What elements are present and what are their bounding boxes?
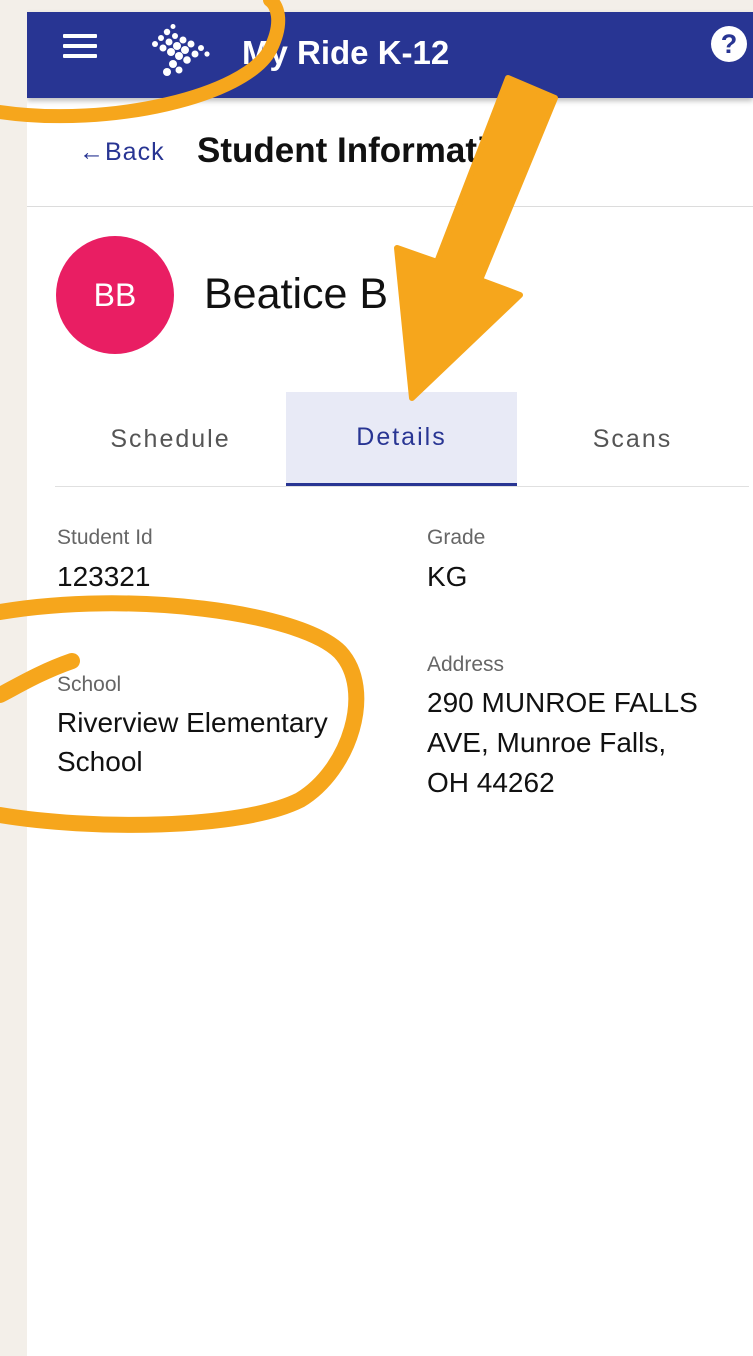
status-strip: [27, 0, 753, 12]
tab-details[interactable]: Details: [286, 392, 517, 486]
address-line2: AVE, Munroe Falls,: [427, 727, 667, 758]
dots-logo-icon: [152, 24, 210, 76]
tab-scans[interactable]: Scans: [517, 392, 748, 486]
page-header: ←Back Student Information: [27, 98, 753, 207]
school-label: School: [57, 673, 122, 696]
student-id-value: 123321: [57, 561, 151, 592]
tab-bar: Schedule Details Scans: [55, 392, 749, 487]
school-value-line1: Riverview Elementary: [57, 707, 328, 738]
app-bar: My Ride K-12 ?: [27, 12, 753, 98]
address-label: Address: [427, 653, 505, 676]
phone-screen: My Ride K-12 ? ←Back Student Information…: [27, 0, 753, 1356]
app-title: My Ride K-12: [242, 34, 450, 71]
school-value-line2: School: [57, 746, 143, 777]
address-line3: OH 44262: [427, 767, 555, 798]
student-name: Beatice B: [204, 270, 389, 318]
address-line1: 290 MUNROE FALLS: [427, 687, 698, 718]
grade-label: Grade: [427, 526, 486, 549]
question-mark-icon[interactable]: ?: [711, 26, 747, 62]
hamburger-menu-icon[interactable]: [63, 32, 99, 60]
page-title: Student Information: [197, 131, 530, 170]
avatar: BB: [56, 236, 174, 354]
tab-schedule[interactable]: Schedule: [55, 392, 286, 486]
grade-value: KG: [427, 561, 468, 592]
back-button[interactable]: ←Back: [79, 138, 165, 167]
student-id-label: Student Id: [57, 526, 153, 549]
